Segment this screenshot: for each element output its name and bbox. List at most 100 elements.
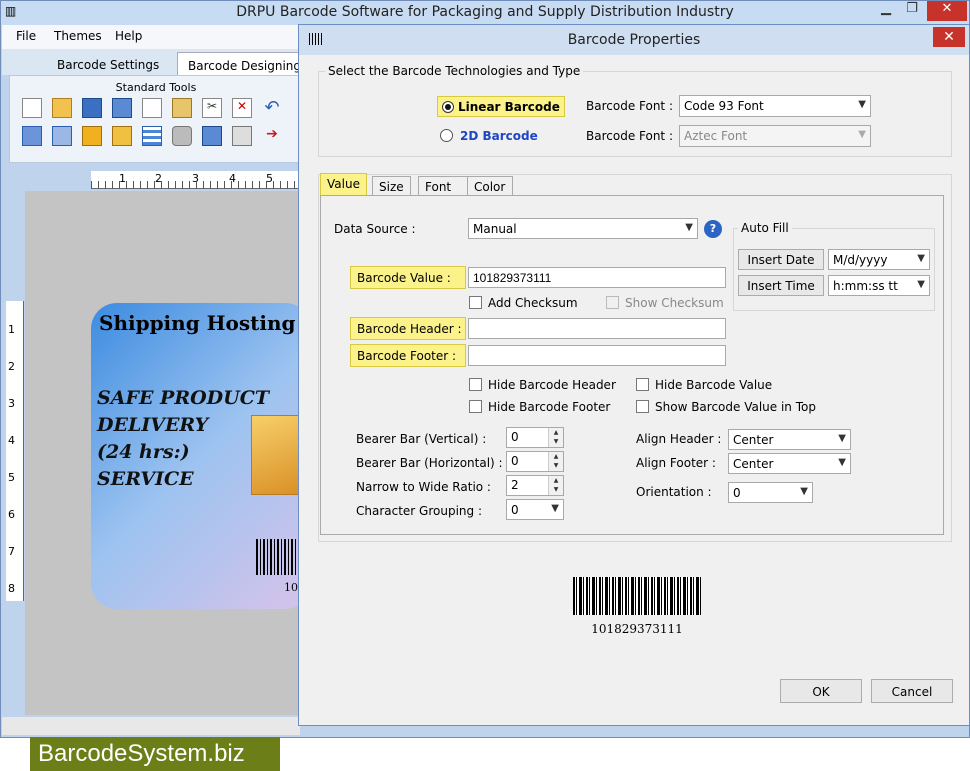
- add-checksum-label: Add Checksum: [488, 296, 578, 310]
- open-icon[interactable]: [52, 98, 72, 118]
- twod-barcode-label[interactable]: 2D Barcode: [460, 129, 538, 143]
- barcode-value-input[interactable]: [468, 267, 726, 288]
- database-icon[interactable]: [172, 126, 192, 146]
- show-checksum-checkbox[interactable]: [606, 296, 619, 309]
- chevron-down-icon: ▼: [858, 99, 866, 110]
- twod-font-value: Aztec Font: [684, 129, 748, 143]
- menu-help[interactable]: Help: [115, 29, 142, 43]
- linear-barcode-radio[interactable]: Linear Barcode: [437, 96, 565, 117]
- insert-date-button[interactable]: Insert Date: [738, 249, 824, 270]
- label-line: SAFE PRODUCT: [97, 387, 269, 409]
- help-icon[interactable]: ?: [704, 220, 722, 238]
- cancel-button[interactable]: Cancel: [871, 679, 953, 703]
- lock-icon[interactable]: [82, 126, 102, 146]
- barcode-header-input[interactable]: [468, 318, 726, 339]
- barcode-header-label: Barcode Header :: [350, 317, 466, 340]
- new-icon[interactable]: [22, 98, 42, 118]
- tools-caption: Standard Tools: [115, 81, 197, 94]
- close-icon[interactable]: ✕: [927, 1, 967, 21]
- align-footer-label: Align Footer :: [636, 456, 716, 470]
- tab-barcode-settings[interactable]: Barcode Settings: [47, 52, 169, 75]
- dialog-close-button[interactable]: ✕: [933, 27, 965, 47]
- tab-font[interactable]: Font: [418, 176, 468, 196]
- menu-file[interactable]: File: [16, 29, 36, 43]
- ruler-tick-label: 1: [8, 323, 15, 336]
- tab-value[interactable]: Value: [320, 173, 367, 195]
- add-checksum-checkbox[interactable]: [469, 296, 482, 309]
- bearer-horizontal-spinner[interactable]: 0 ▲ ▼: [506, 451, 564, 472]
- date-format-value: M/d/yyyy: [833, 253, 888, 267]
- tab-color[interactable]: Color: [467, 176, 513, 196]
- data-source-select[interactable]: Manual ▼: [468, 218, 698, 239]
- ok-button[interactable]: OK: [780, 679, 862, 703]
- label-line: (24 hrs:): [97, 441, 190, 463]
- paste-icon[interactable]: [172, 98, 192, 118]
- tab-size[interactable]: Size: [372, 176, 411, 196]
- ratio-value: 2: [511, 478, 519, 492]
- hide-value-label: Hide Barcode Value: [655, 378, 773, 392]
- hide-header-checkbox[interactable]: [469, 378, 482, 391]
- hide-value-checkbox[interactable]: [636, 378, 649, 391]
- chevron-down-icon: ▼: [838, 457, 846, 468]
- grid-icon[interactable]: [142, 126, 162, 146]
- grouping-value: 0: [511, 503, 519, 517]
- barcode-properties-dialog: Barcode Properties ✕ Select the Barcode …: [298, 24, 970, 726]
- exit-icon[interactable]: ➔: [262, 126, 282, 146]
- print-icon[interactable]: [232, 126, 252, 146]
- grouping-select[interactable]: 0 ▼: [506, 499, 564, 520]
- grouping-label: Character Grouping :: [356, 504, 483, 518]
- unlock-icon[interactable]: [112, 126, 132, 146]
- chevron-down-icon: ▼: [858, 129, 866, 140]
- linear-font-select[interactable]: Code 93 Font ▼: [679, 95, 871, 117]
- export-image-icon[interactable]: [202, 126, 222, 146]
- label-body-text[interactable]: SAFE PRODUCT DELIVERY (24 hrs:) SERVICE: [97, 385, 269, 493]
- save-icon[interactable]: [82, 98, 102, 118]
- delete-icon[interactable]: ✕: [232, 98, 252, 118]
- ruler-tick-label: 4: [8, 434, 15, 447]
- chevron-down-icon: ▼: [838, 433, 846, 444]
- cut-icon[interactable]: ✂: [202, 98, 222, 118]
- copy-icon[interactable]: [142, 98, 162, 118]
- orientation-label: Orientation :: [636, 485, 712, 499]
- vertical-ruler: 1 2 3 4 5 6 7 8: [6, 301, 24, 601]
- ruler-tick-label: 8: [8, 582, 15, 595]
- hide-footer-checkbox[interactable]: [469, 400, 482, 413]
- barcode-preview-image: [573, 577, 701, 615]
- align-header-select[interactable]: Center ▼: [728, 429, 851, 450]
- undo-icon[interactable]: ↶: [262, 98, 282, 118]
- align-footer-select[interactable]: Center ▼: [728, 453, 851, 474]
- chevron-down-icon: ▼: [551, 503, 559, 514]
- orientation-select[interactable]: 0 ▼: [728, 482, 813, 503]
- ratio-spinner[interactable]: 2 ▲ ▼: [506, 475, 564, 496]
- send-back-icon[interactable]: [52, 126, 72, 146]
- radio-selected-icon: [442, 101, 454, 113]
- spinner-arrows-icon[interactable]: ▲ ▼: [548, 428, 563, 447]
- bearer-vertical-spinner[interactable]: 0 ▲ ▼: [506, 427, 564, 448]
- spinner-arrows-icon[interactable]: ▲ ▼: [548, 452, 563, 471]
- show-value-top-checkbox[interactable]: [636, 400, 649, 413]
- date-format-select[interactable]: M/d/yyyy ▼: [828, 249, 930, 270]
- barcode-footer-input[interactable]: [468, 345, 726, 366]
- label-line: SERVICE: [97, 468, 194, 490]
- chevron-down-icon: ▼: [800, 486, 808, 497]
- spinner-arrows-icon[interactable]: ▲ ▼: [548, 476, 563, 495]
- barcode-font-label-1: Barcode Font :: [586, 99, 673, 113]
- menu-themes[interactable]: Themes: [54, 29, 102, 43]
- maximize-icon[interactable]: ❐: [899, 1, 925, 21]
- twod-font-select[interactable]: Aztec Font ▼: [679, 125, 871, 147]
- time-format-select[interactable]: h:mm:ss tt ▼: [828, 275, 930, 296]
- label-header-text[interactable]: Shipping Hosting P: [99, 311, 318, 335]
- horizontal-ruler: 1 2 3 4 5: [91, 171, 301, 189]
- insert-time-button[interactable]: Insert Time: [738, 275, 824, 296]
- horizontal-scrollbar[interactable]: [2, 717, 300, 735]
- twod-barcode-radio[interactable]: [440, 129, 453, 142]
- label-design[interactable]: Shipping Hosting P SAFE PRODUCT DELIVERY…: [91, 303, 318, 609]
- watermark-text: BarcodeSystem.biz: [30, 737, 280, 771]
- minimize-icon[interactable]: ▁: [873, 1, 899, 21]
- ruler-tick-label: 6: [8, 508, 15, 521]
- app-title: DRPU Barcode Software for Packaging and …: [236, 4, 734, 20]
- save-as-icon[interactable]: [112, 98, 132, 118]
- data-source-label: Data Source :: [334, 222, 416, 236]
- hide-footer-label: Hide Barcode Footer: [488, 400, 611, 414]
- bring-front-icon[interactable]: [22, 126, 42, 146]
